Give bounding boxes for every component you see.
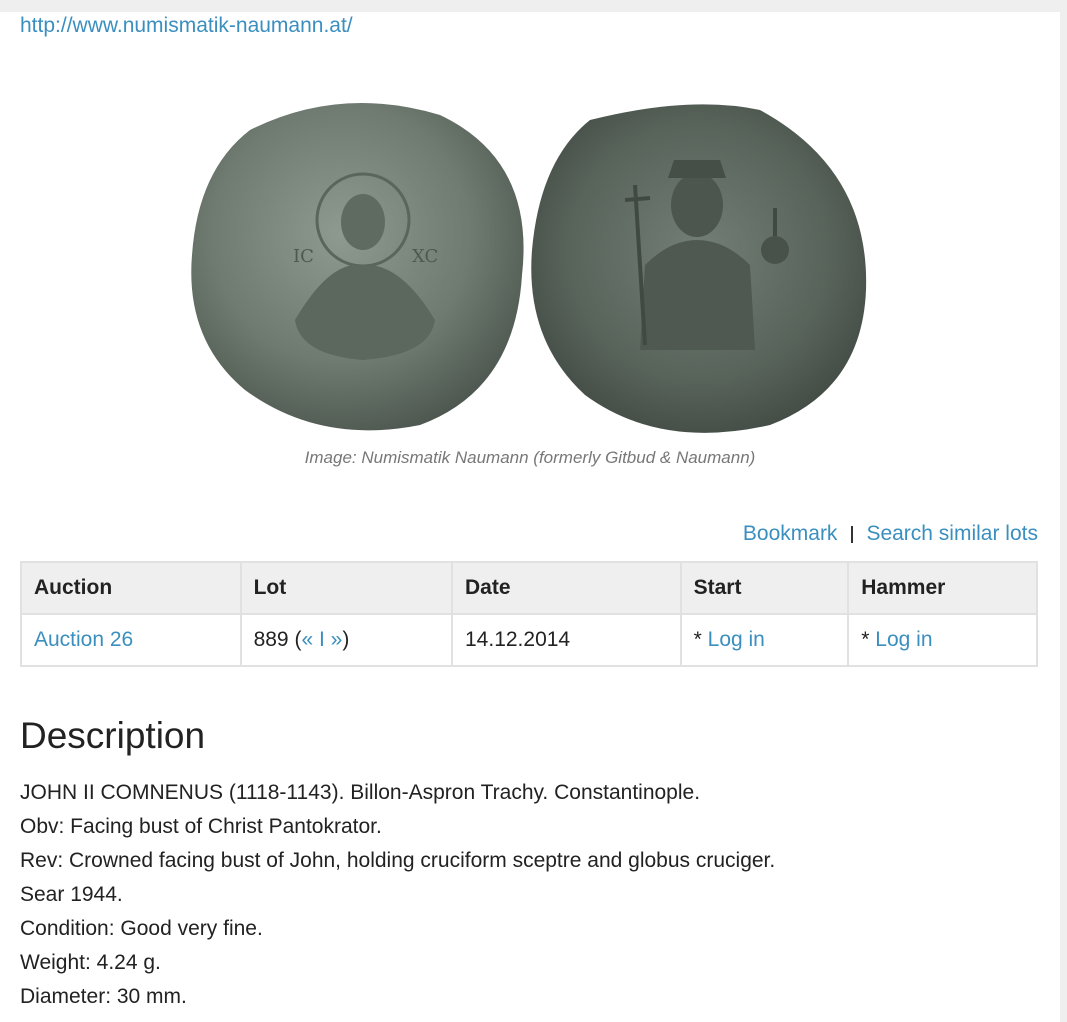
dealer-website-link[interactable]: http://www.numismatik-naumann.at/ (20, 14, 353, 38)
description-line: JOHN II COMNENUS (1118-1143). Billon-Asp… (20, 781, 701, 804)
image-caption: Image: Numismatik Naumann (formerly Gitb… (304, 448, 756, 467)
lot-number: 889 (253, 628, 289, 651)
cell-hammer: * Log in (847, 613, 1038, 667)
description-line: Rev: Crowned facing bust of John, holdin… (20, 849, 776, 872)
lot-actions: Bookmark Search similar lots (743, 522, 1038, 546)
lot-table: Auction Lot Date Start Hammer Auction 26… (20, 561, 1038, 667)
header-lot: Lot (239, 561, 454, 615)
hammer-login-link[interactable]: Log in (875, 628, 932, 651)
lot-nav-divider: I (318, 628, 325, 651)
start-login-link[interactable]: Log in (708, 628, 765, 651)
next-lot-link[interactable]: » (331, 628, 343, 651)
hammer-prefix: * (861, 628, 876, 651)
header-auction: Auction (20, 561, 242, 615)
description-line: Diameter: 30 mm. (20, 985, 187, 1008)
action-divider (851, 525, 854, 543)
header-start: Start (679, 561, 850, 615)
description-line: Weight: 4.24 g. (20, 951, 161, 974)
description-line: Obv: Facing bust of Christ Pantokrator. (20, 815, 382, 838)
cell-start: * Log in (679, 613, 850, 667)
bookmark-link[interactable]: Bookmark (743, 522, 838, 546)
start-prefix: * (693, 628, 708, 651)
header-date: Date (451, 561, 682, 615)
description-line: Condition: Good very fine. (20, 917, 263, 940)
coin-image[interactable]: IC XC (190, 90, 870, 434)
svg-text:XC: XC (412, 246, 438, 267)
table-row: Auction 26 889 (« I ») 14.12.2014 * Log … (20, 613, 1038, 667)
lot-table-header-row: Auction Lot Date Start Hammer (20, 561, 1038, 615)
lot-nav-close: ) (342, 628, 350, 651)
description-heading: Description (20, 715, 206, 756)
cell-auction: Auction 26 (20, 613, 242, 667)
coin-reverse (531, 104, 867, 433)
search-similar-lots-link[interactable]: Search similar lots (866, 522, 1038, 546)
coin-obverse: IC XC (191, 103, 524, 431)
auction-link[interactable]: Auction 26 (34, 628, 133, 651)
cell-date: 14.12.2014 (451, 613, 682, 667)
svg-text:IC: IC (293, 246, 314, 267)
description-line: Sear 1944. (20, 883, 123, 906)
cell-lot: 889 (« I ») (239, 613, 454, 667)
header-hammer: Hammer (847, 561, 1038, 615)
previous-lot-link[interactable]: « (301, 628, 313, 651)
description-body: JOHN II COMNENUS (1118-1143). Billon-Asp… (20, 776, 775, 1014)
page: http://www.numismatik-naumann.at/ IC XC … (0, 12, 1060, 1022)
